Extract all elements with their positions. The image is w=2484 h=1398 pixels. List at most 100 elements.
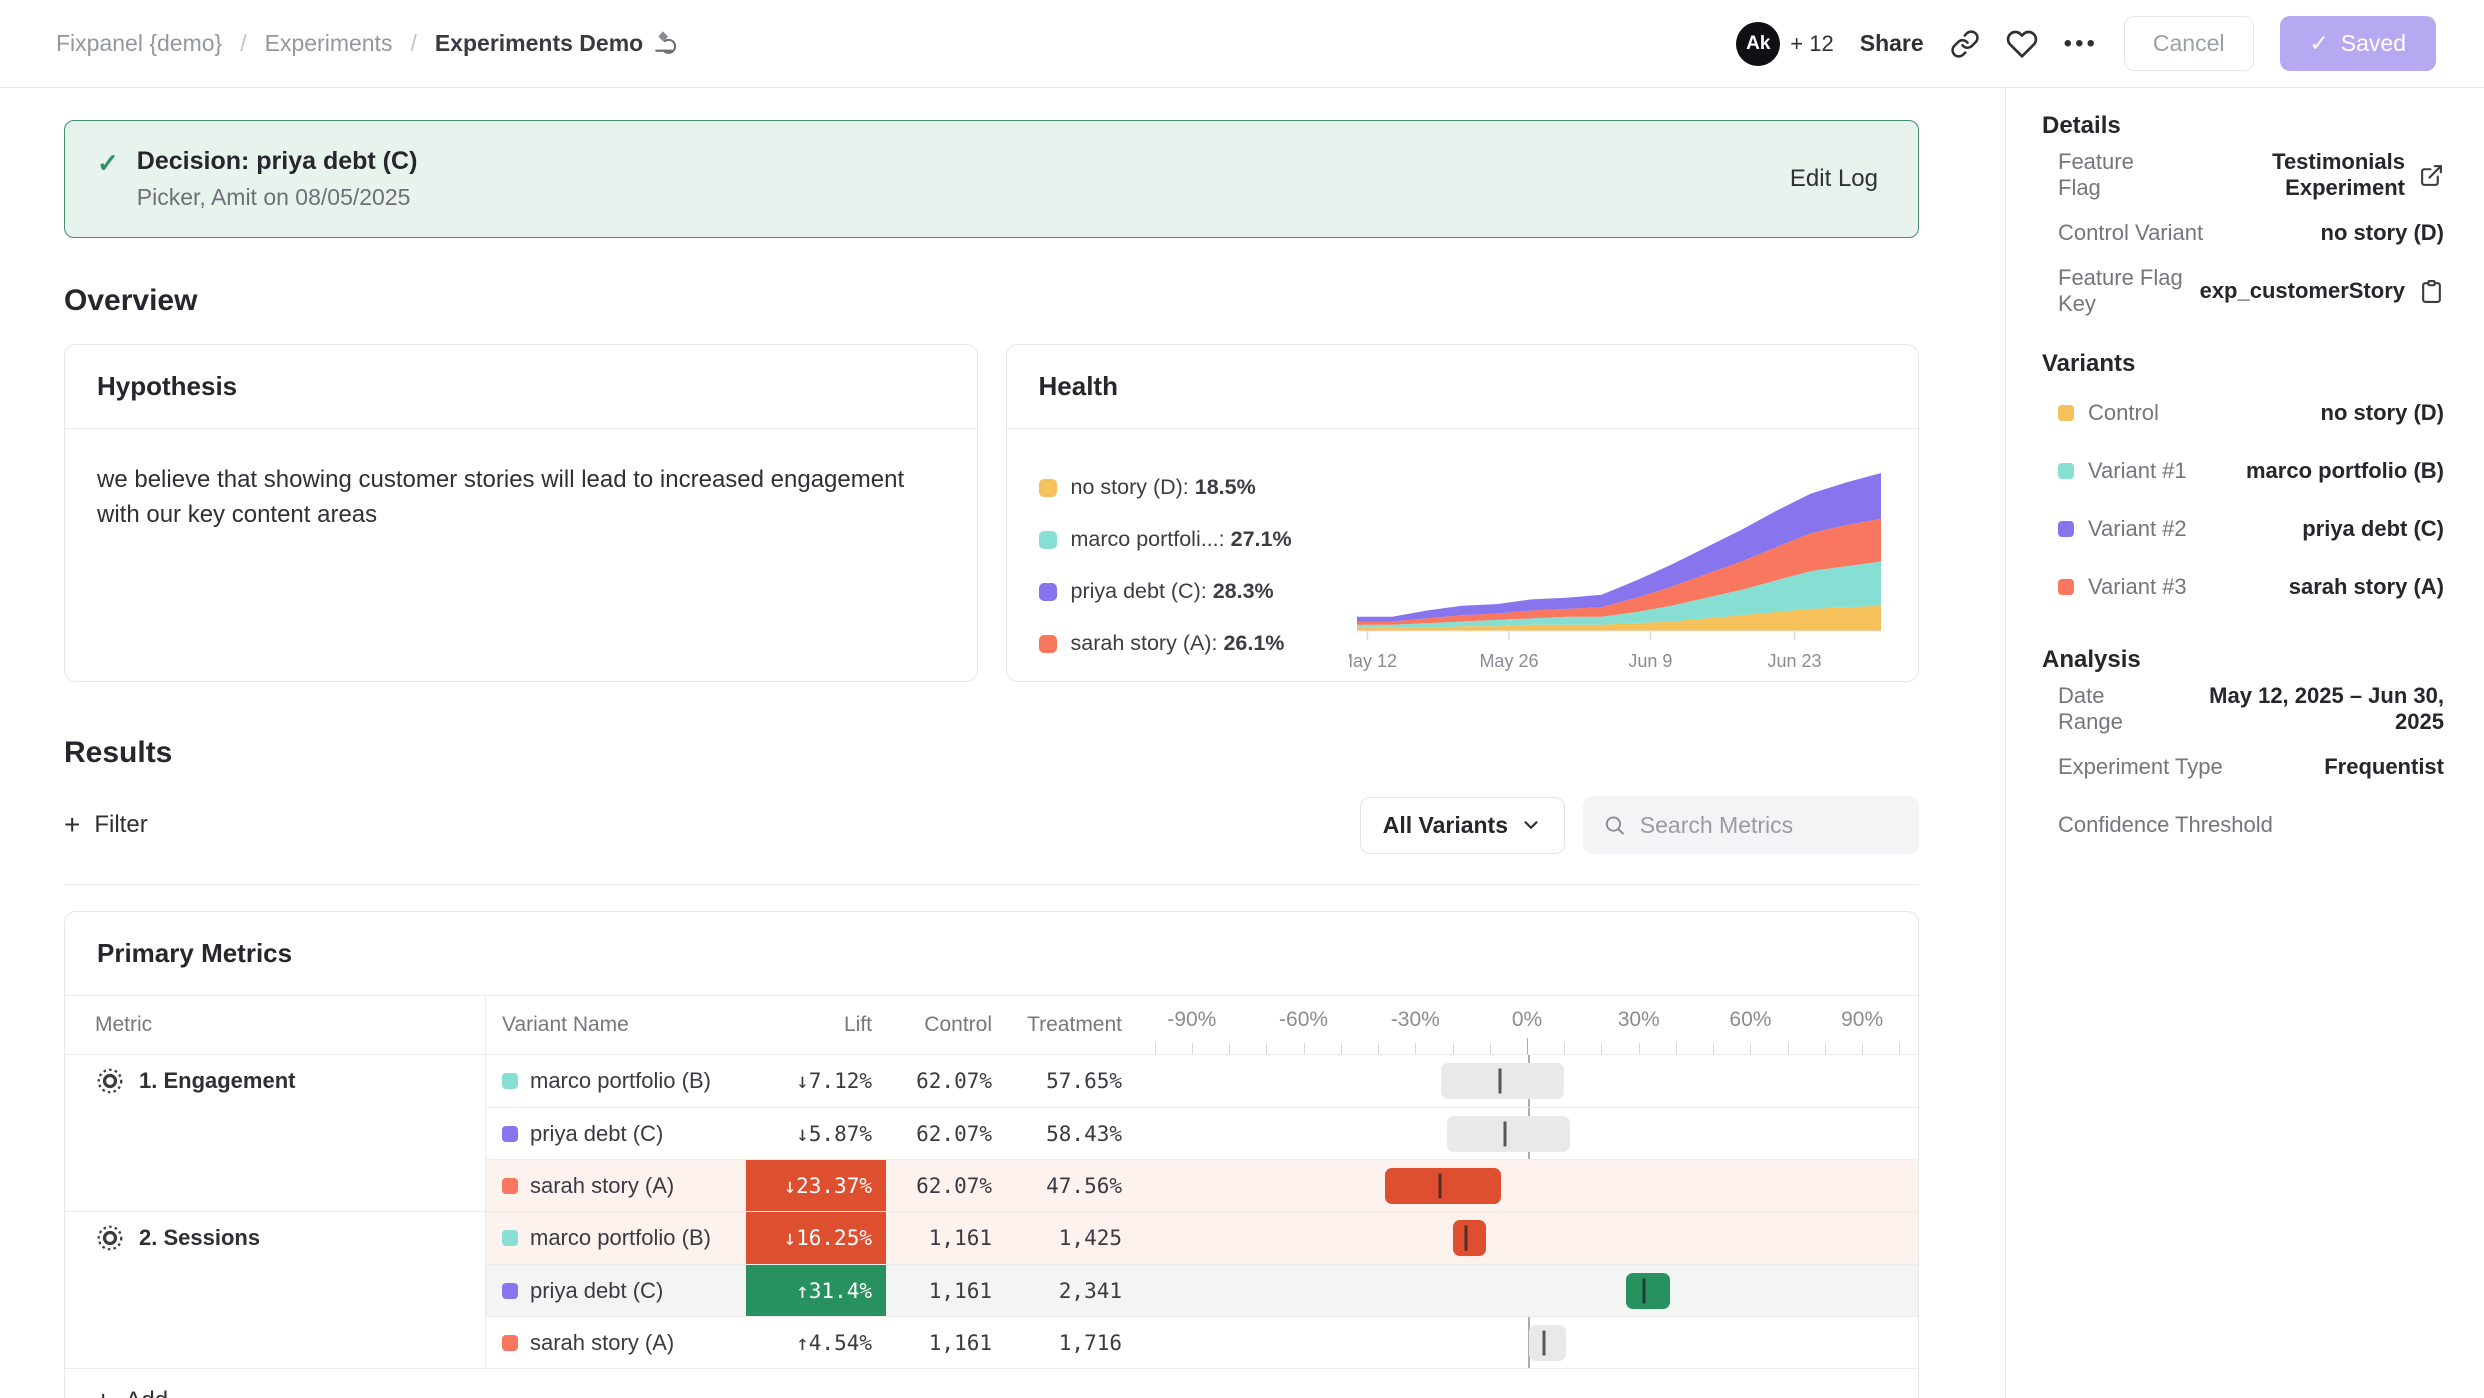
health-title: Health [1007, 345, 1919, 429]
decision-check-icon: ✓ [97, 147, 119, 211]
metric-group: 1. Engagementmarco portfolio (B)↓7.12%62… [65, 1054, 1918, 1211]
lift-axis-tick [1378, 1043, 1379, 1054]
copy-link-icon[interactable] [1950, 29, 1980, 59]
sidebar-row-label: Confidence Threshold [2058, 812, 2273, 838]
variant-label: sarah story (A) [530, 1173, 674, 1199]
lift-axis-tick [1862, 1043, 1863, 1054]
variant-name-cell: sarah story (A) [486, 1317, 746, 1368]
sidebar-section-variants: VariantsControlno story (D)Variant #1mar… [2042, 350, 2444, 616]
metric-name-cell[interactable]: 2. Sessions [65, 1212, 486, 1368]
variants-dropdown[interactable]: All Variants [1360, 797, 1565, 854]
lift-axis-tick [1825, 1043, 1826, 1054]
sidebar-section-details: DetailsFeature FlagTestimonials Experime… [2042, 112, 2444, 320]
control-value: 1,161 [886, 1212, 1006, 1264]
health-legend-item: priya debt (C): 28.3% [1039, 579, 1349, 604]
cancel-button[interactable]: Cancel [2124, 16, 2254, 71]
edit-log-button[interactable]: Edit Log [1790, 165, 1878, 193]
breadcrumb-item[interactable]: Experiments Demo [435, 28, 679, 60]
variant-result-row[interactable]: sarah story (A)↑4.54%1,1611,716 [486, 1316, 1918, 1368]
search-metrics-input[interactable] [1640, 812, 1899, 839]
confidence-interval-bar [1441, 1063, 1564, 1099]
metric-name-cell[interactable]: 1. Engagement [65, 1055, 486, 1211]
variant-swatch [502, 1283, 518, 1299]
sidebar-row: Variant #3sarah story (A) [2042, 558, 2444, 616]
variant-name-cell: priya debt (C) [486, 1108, 746, 1159]
variant-name-cell: marco portfolio (B) [486, 1055, 746, 1107]
sidebar-row-value: sarah story (A) [2289, 574, 2444, 600]
metric-label: 2. Sessions [139, 1225, 260, 1251]
sidebar-row: Feature FlagTestimonials Experiment [2042, 146, 2444, 204]
decision-title: Decision: priya debt (C) [137, 147, 418, 176]
sidebar-section-title: Variants [2042, 350, 2444, 378]
metric-goal-icon [95, 1223, 125, 1253]
sidebar-row-label: Variant #2 [2088, 516, 2187, 542]
lift-axis-tick [1601, 1043, 1602, 1054]
svg-text:Jun 9: Jun 9 [1628, 651, 1672, 671]
variant-swatch [2058, 463, 2074, 479]
add-filter-button[interactable]: + Filter [64, 811, 148, 839]
clipboard-icon[interactable] [2419, 279, 2444, 304]
check-icon: ✓ [2310, 30, 2329, 57]
lift-axis-tick-label: 30% [1618, 1008, 1660, 1032]
breadcrumb-item[interactable]: Experiments [265, 30, 393, 57]
add-metric-button[interactable]: + Add [95, 1387, 168, 1398]
point-estimate-tick [1465, 1226, 1468, 1251]
sidebar-row-label: Date Range [2058, 683, 2169, 735]
variant-result-row[interactable]: sarah story (A)↓23.37%62.07%47.56% [486, 1159, 1918, 1211]
breadcrumb-item[interactable]: Fixpanel {demo} [56, 30, 222, 57]
lift-axis-tick [1266, 1043, 1267, 1054]
legend-swatch [1039, 635, 1057, 653]
variant-name-cell: marco portfolio (B) [486, 1212, 746, 1264]
lift-axis-tick-label: 90% [1841, 1008, 1883, 1032]
sidebar-row-label: Experiment Type [2058, 754, 2223, 780]
sidebar-row: Variant #2priya debt (C) [2042, 500, 2444, 558]
variant-result-row[interactable]: priya debt (C)↓5.87%62.07%58.43% [486, 1107, 1918, 1159]
lift-axis-tick [1564, 1043, 1565, 1054]
lift-axis-tick [1490, 1043, 1491, 1054]
treatment-value: 58.43% [1006, 1108, 1136, 1159]
lift-value: ↓16.25% [746, 1212, 886, 1264]
variant-name-cell: sarah story (A) [486, 1160, 746, 1211]
primary-metrics-card: Primary Metrics Metric Variant Name Lift… [64, 911, 1919, 1398]
variant-label: marco portfolio (B) [530, 1225, 711, 1251]
metric-goal-icon [95, 1066, 125, 1096]
legend-label: marco portfoli...: 27.1% [1071, 527, 1292, 552]
variant-swatch [2058, 579, 2074, 595]
confidence-interval-cell [1136, 1160, 1918, 1211]
external-link-icon[interactable] [2419, 163, 2444, 188]
variant-result-row[interactable]: priya debt (C)↑31.4%1,1612,341 [486, 1264, 1918, 1316]
variant-label: priya debt (C) [530, 1121, 663, 1147]
lift-value: ↑4.54% [746, 1317, 886, 1368]
results-divider [64, 884, 1919, 885]
column-variant-name: Variant Name [486, 1013, 746, 1037]
variant-swatch [2058, 521, 2074, 537]
treatment-value: 1,716 [1006, 1317, 1136, 1368]
treatment-value: 57.65% [1006, 1055, 1136, 1107]
point-estimate-tick [1499, 1069, 1502, 1094]
favorite-heart-icon[interactable] [2006, 28, 2038, 60]
variant-result-row[interactable]: marco portfolio (B)↓7.12%62.07%57.65% [486, 1055, 1918, 1107]
confidence-interval-bar [1385, 1168, 1500, 1204]
control-value: 62.07% [886, 1055, 1006, 1107]
variant-result-row[interactable]: marco portfolio (B)↓16.25%1,1611,425 [486, 1212, 1918, 1264]
overview-heading: Overview [64, 284, 1919, 318]
lift-axis-tick-label: -30% [1391, 1008, 1440, 1032]
primary-metrics-body: 1. Engagementmarco portfolio (B)↓7.12%62… [65, 1054, 1918, 1368]
avatar-overflow-count[interactable]: + 12 [1790, 31, 1833, 57]
avatar[interactable]: Ak [1736, 22, 1780, 66]
lift-axis-tick [1750, 1043, 1751, 1054]
sidebar-row-value: exp_customerStory [2200, 278, 2405, 304]
share-button[interactable]: Share [1860, 30, 1924, 57]
saved-button[interactable]: ✓ Saved [2280, 16, 2437, 71]
point-estimate-tick [1438, 1173, 1441, 1198]
results-toolbar-right: All Variants [1360, 796, 1919, 854]
more-options-icon[interactable]: ••• [2064, 30, 2098, 58]
sidebar-row: Variant #1marco portfolio (B) [2042, 442, 2444, 500]
lift-axis-tick-label: -90% [1167, 1008, 1216, 1032]
lift-axis-tick [1304, 1043, 1305, 1054]
legend-swatch [1039, 583, 1057, 601]
confidence-interval-cell [1136, 1212, 1918, 1264]
lift-axis-tick [1527, 1038, 1528, 1054]
sidebar-row: Control Variantno story (D) [2042, 204, 2444, 262]
control-value: 1,161 [886, 1265, 1006, 1316]
